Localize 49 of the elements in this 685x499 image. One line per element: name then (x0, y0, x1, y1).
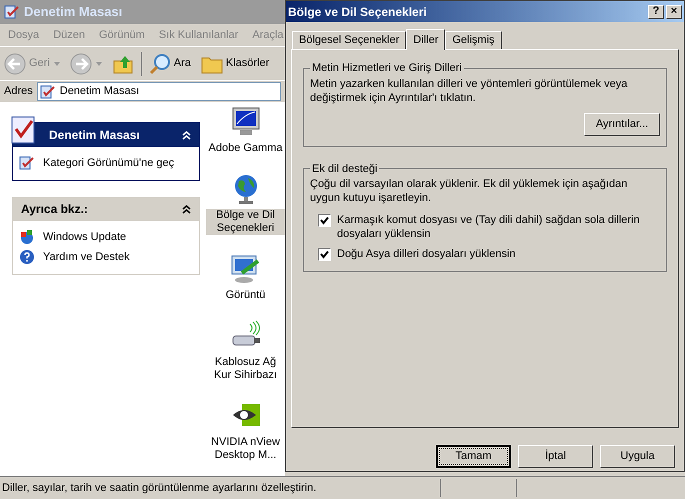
control-panel-icon (19, 155, 35, 172)
group-description: Metin yazarken kullanılan dilleri ve yöntemleri görüntülemek veya değiştirmek için Ayrıntılar'ı tıklatın. (310, 76, 628, 104)
dialog-button[interactable]: Tamam (436, 445, 511, 468)
checkbox[interactable] (318, 214, 331, 227)
title-bar-button[interactable]: × (666, 4, 682, 18)
group-title: Metin Hizmetleri ve Giriş Dilleri (311, 61, 463, 76)
dialog-title: Bölge ve Dil Seçenekleri (288, 4, 427, 20)
double-chevron-icon (182, 204, 191, 214)
title-bar-button[interactable]: ? (648, 4, 664, 18)
dropdown-caret-icon (54, 62, 60, 66)
group-description: Çoğu dil varsayılan olarak yüklenir. Ek dil yüklemek için aşağıdan uygun kutuyu işaretleyin. (310, 177, 628, 205)
search-button[interactable]: Ara (148, 52, 191, 74)
status-text: Diller, sayılar, tarih ve saatin görüntülenme ayarlarını özelleştirin. (1, 480, 318, 496)
window-title: Denetim Masası (24, 3, 122, 22)
tab[interactable]: Diller (406, 29, 446, 50)
tab[interactable]: Gelişmiş (445, 31, 502, 49)
control-panel-item[interactable]: Bölge ve Dil Seçenekleri (206, 209, 285, 235)
address-field[interactable]: Denetim Masası (36, 82, 281, 101)
control-panel-icon (40, 84, 56, 100)
panel-link[interactable]: Kategori Görünümü'ne geç (43, 155, 174, 172)
dropdown-caret-icon (96, 62, 102, 66)
panel-link[interactable]: Windows Update (43, 228, 126, 245)
dialog-button[interactable]: Uygula (600, 445, 675, 468)
control-panel-item[interactable]: Kablosuz Ağ Kur Sihirbazı (206, 356, 285, 382)
control-panel-item[interactable]: NVIDIA nView Desktop M... (206, 436, 285, 462)
checkbox[interactable] (318, 248, 331, 261)
panel-title: Denetim Masası (49, 127, 140, 144)
dialog-button[interactable]: İptal (518, 445, 593, 468)
display-icon (230, 253, 262, 285)
checkmark-icon (320, 216, 329, 225)
help-icon (19, 249, 35, 266)
panel-title: Ayrıca bkz.: (21, 201, 88, 218)
folders-button[interactable]: Klasörler (200, 54, 270, 74)
details-button[interactable]: Ayrıntılar... (584, 112, 660, 136)
globe-icon (19, 228, 35, 245)
tab[interactable]: Bölgesel Seçenekler (292, 31, 406, 49)
control-panel-icon (4, 4, 20, 20)
group-title: Ek dil desteği (311, 162, 378, 176)
checkbox-label: Doğu Asya dilleri dosyaları yüklensin (337, 247, 516, 261)
control-panel-item[interactable]: Adobe Gamma (208, 142, 282, 155)
panel-link[interactable]: Yardım ve Destek (43, 249, 130, 266)
address-label: Adres (4, 84, 33, 100)
checkmark-icon (320, 250, 329, 259)
search-icon (148, 52, 171, 74)
double-chevron-icon (182, 130, 191, 140)
checkbox-label: Karmaşık komut dosyası ve (Tay dili dahil) sağdan sola dillerin dosyaları yüklensin (337, 213, 641, 241)
monitor-icon (230, 106, 262, 138)
collapse-button[interactable] (182, 204, 191, 214)
control-panel-item[interactable]: Görüntü (226, 289, 266, 302)
